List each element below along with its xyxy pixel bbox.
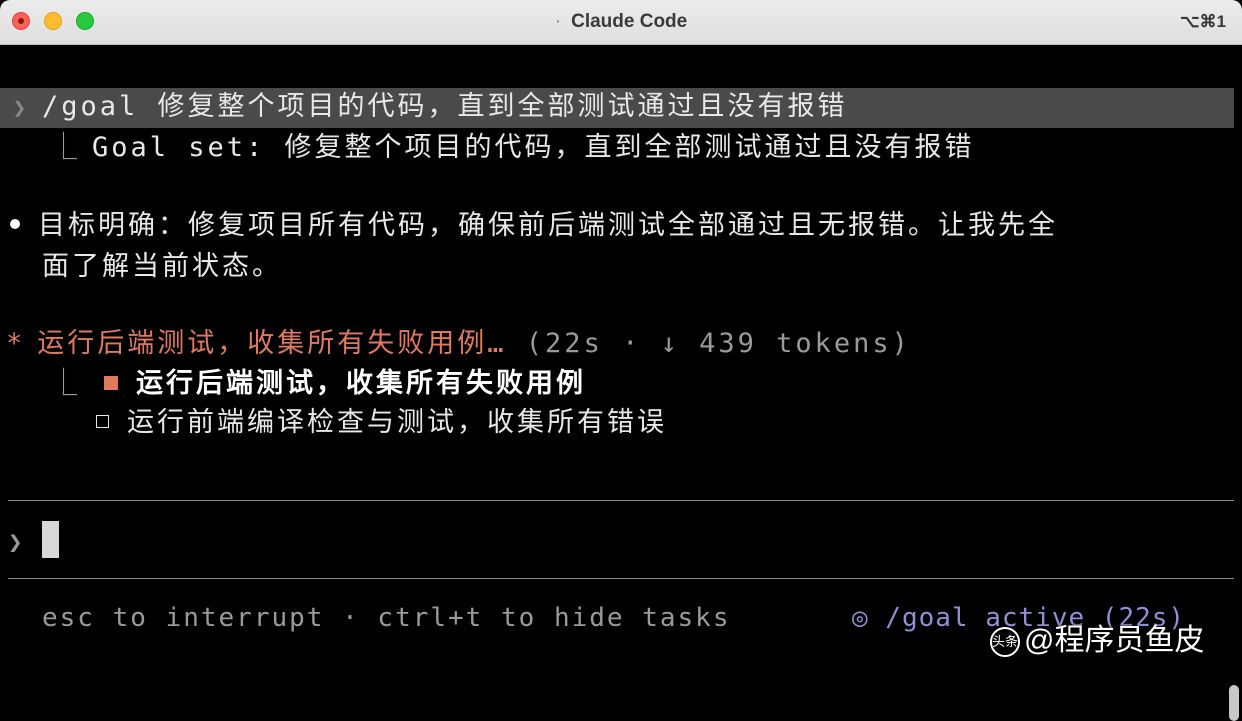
task-item-in-progress: ⎿ 运行后端测试，收集所有失败用例 xyxy=(50,365,586,403)
status-meta: (22s · ↓ 439 tokens) xyxy=(525,328,911,359)
input-prompt-icon: ❯ xyxy=(8,528,23,556)
input-bottom-divider xyxy=(8,578,1234,579)
window-title-text: Claude Code xyxy=(571,11,688,32)
tree-branch-icon: ⎿ xyxy=(50,132,80,163)
window-titlebar: · Claude Code ⌥⌘1 xyxy=(0,0,1242,45)
user-command-line: ❯ /goal 修复整个项目的代码，直到全部测试通过且没有报错 xyxy=(0,88,1234,128)
prompt-chevron-icon: ❯ xyxy=(12,96,30,121)
task-in-progress-icon xyxy=(104,375,118,390)
user-command: /goal 修复整个项目的代码，直到全部测试通过且没有报错 xyxy=(42,91,848,122)
task-label: 运行前端编译检查与测试，收集所有错误 xyxy=(127,407,667,438)
input-top-divider xyxy=(8,500,1234,501)
footer-hints: esc to interrupt · ctrl+t to hide tasks xyxy=(42,603,731,633)
window-shortcut: ⌥⌘1 xyxy=(1179,12,1226,31)
task-label: 运行后端测试，收集所有失败用例 xyxy=(136,368,586,399)
terminal-area[interactable]: ❯ /goal 修复整个项目的代码，直到全部测试通过且没有报错 ⎿ Goal set… xyxy=(0,45,1242,721)
message-bullet-icon xyxy=(10,219,20,229)
status-task: 运行后端测试，收集所有失败用例… xyxy=(37,328,507,359)
assistant-message-line-2: 面了解当前状态。 xyxy=(42,251,282,282)
status-line: * 运行后端测试，收集所有失败用例… (22s · ↓ 439 tokens) xyxy=(6,325,911,363)
title-dot-icon: · xyxy=(554,11,562,32)
assistant-message-line-1: 目标明确：修复项目所有代码，确保前后端测试全部通过且无报错。让我先全 xyxy=(0,207,1058,245)
tree-branch-icon: ⎿ xyxy=(50,368,80,399)
goal-set-text: Goal set: 修复整个项目的代码，直到全部测试通过且没有报错 xyxy=(92,132,975,163)
watermark-logo-icon: 头条 xyxy=(990,627,1020,658)
goal-set-line: ⎿ Goal set: 修复整个项目的代码，直到全部测试通过且没有报错 xyxy=(50,129,975,167)
input-cursor[interactable] xyxy=(42,521,59,558)
watermark: 头条 @程序员鱼皮 xyxy=(990,615,1204,659)
scrollbar-thumb[interactable] xyxy=(1229,685,1239,721)
spinner-star-icon: * xyxy=(6,328,26,359)
task-item-pending: 运行前端编译检查与测试，收集所有错误 xyxy=(96,404,667,442)
assistant-text-1: 目标明确：修复项目所有代码，确保前后端测试全部通过且无报错。让我先全 xyxy=(38,210,1058,241)
task-pending-icon xyxy=(96,415,109,428)
watermark-text: @程序员鱼皮 xyxy=(1024,624,1205,657)
window-title: · Claude Code xyxy=(0,0,1242,44)
